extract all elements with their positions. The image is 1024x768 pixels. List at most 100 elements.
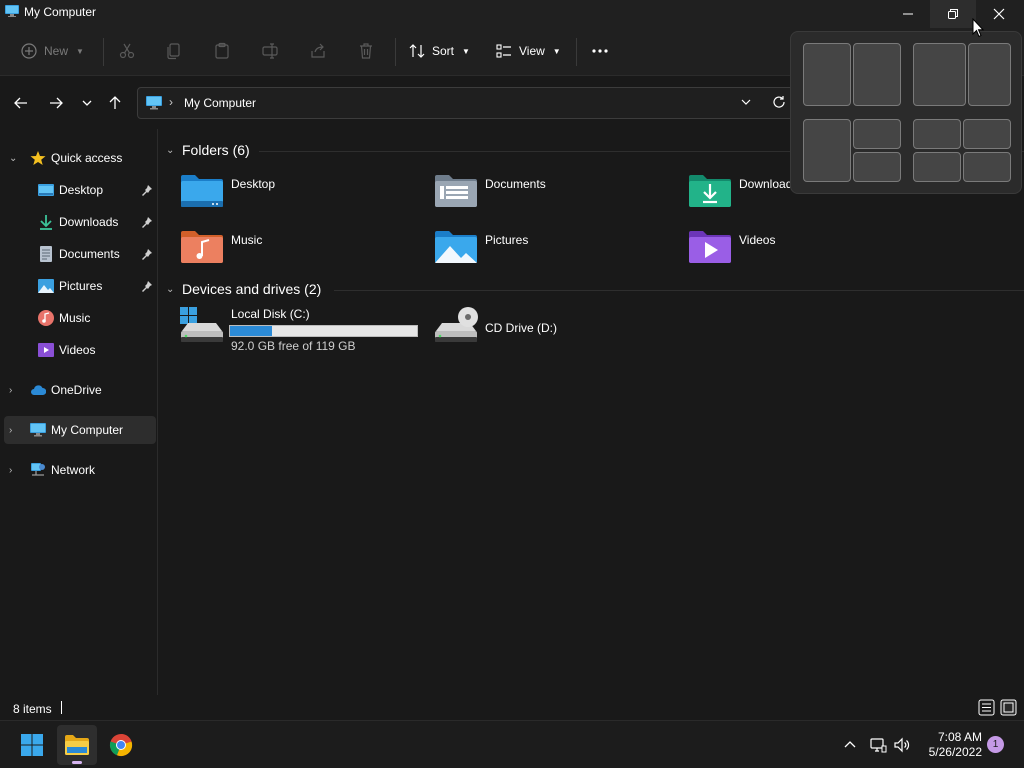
- snap-zone-right-third[interactable]: [968, 43, 1011, 106]
- sidebar-item-music[interactable]: Music: [0, 304, 156, 332]
- chrome-taskbar-button[interactable]: [101, 725, 141, 765]
- forward-button[interactable]: [46, 93, 66, 113]
- folder-tile-pictures[interactable]: Pictures: [434, 227, 684, 277]
- breadcrumb-my-computer[interactable]: My Computer: [184, 96, 256, 110]
- sidebar-item-downloads[interactable]: Downloads: [0, 208, 156, 236]
- file-explorer-icon: [65, 735, 89, 755]
- sidebar-item-label: My Computer: [51, 423, 124, 437]
- sidebar-item-pictures[interactable]: Pictures: [0, 272, 156, 300]
- chevron-down-icon[interactable]: ⌄: [9, 153, 19, 164]
- rename-button[interactable]: [261, 38, 279, 64]
- document-icon: [40, 246, 52, 262]
- snap-zone-bottom-right[interactable]: [853, 152, 901, 182]
- back-button[interactable]: [11, 93, 31, 113]
- sidebar-item-documents[interactable]: Documents: [0, 240, 156, 268]
- drives-group-header[interactable]: ⌄ Devices and drives (2): [166, 277, 321, 301]
- network-icon: [31, 463, 45, 476]
- file-explorer-taskbar-button[interactable]: [57, 725, 97, 765]
- pin-icon: [142, 217, 152, 228]
- cut-button[interactable]: [118, 38, 136, 64]
- arrow-left-icon: [14, 97, 27, 109]
- snap-zone-right-half[interactable]: [853, 43, 901, 106]
- chevron-right-icon[interactable]: ›: [9, 385, 19, 396]
- sidebar-item-quick-access[interactable]: ⌄ Quick access: [0, 144, 156, 172]
- large-icons-view-icon[interactable]: [1000, 699, 1017, 716]
- download-icon: [40, 215, 52, 230]
- snap-zone-top-left-quadrant[interactable]: [913, 119, 961, 149]
- chevron-down-icon[interactable]: ⌄: [166, 284, 176, 295]
- videos-icon: [38, 343, 54, 357]
- folders-group-header[interactable]: ⌄ Folders (6): [166, 138, 250, 162]
- copy-button[interactable]: [165, 38, 183, 64]
- more-options-button[interactable]: [591, 38, 609, 64]
- sidebar-item-label: Videos: [59, 343, 96, 357]
- snap-zone-bottom-left-quadrant[interactable]: [913, 152, 961, 182]
- view-button[interactable]: View ▼: [495, 38, 561, 64]
- drive-tile-d[interactable]: CD Drive (D:): [434, 307, 684, 357]
- videos-folder-icon: [689, 231, 731, 263]
- pictures-icon: [38, 279, 54, 293]
- minimize-button[interactable]: [885, 0, 931, 28]
- sidebar-item-network[interactable]: › Network: [0, 456, 156, 484]
- notification-badge[interactable]: 1: [987, 736, 1004, 753]
- restore-button[interactable]: [930, 0, 976, 28]
- new-button[interactable]: New ▼: [20, 38, 84, 64]
- clock-time: 7:08 AM: [937, 730, 982, 744]
- sidebar-item-label: Pictures: [59, 279, 103, 293]
- chevron-right-icon[interactable]: ›: [9, 465, 19, 476]
- snap-zone-left-half[interactable]: [803, 119, 851, 182]
- sidebar-item-label: OneDrive: [51, 383, 102, 397]
- paste-button[interactable]: [213, 38, 231, 64]
- delete-button[interactable]: [357, 38, 375, 64]
- sort-button[interactable]: Sort ▼: [408, 38, 470, 64]
- chrome-icon: [109, 733, 133, 757]
- snap-zone-left-two-thirds[interactable]: [913, 43, 966, 106]
- snap-zone-top-right[interactable]: [853, 119, 901, 149]
- folder-tile-videos[interactable]: Videos: [688, 227, 938, 277]
- mouse-pointer-icon: [972, 18, 984, 38]
- network-status-icon[interactable]: [869, 736, 887, 754]
- snap-zone-top-right-quadrant[interactable]: [963, 119, 1011, 149]
- view-label: View: [519, 44, 545, 58]
- drive-usage-fill: [230, 326, 273, 336]
- sidebar-item-onedrive[interactable]: › OneDrive: [0, 376, 156, 404]
- snap-zone-bottom-right-quadrant[interactable]: [963, 152, 1011, 182]
- music-folder-icon: [181, 231, 223, 263]
- up-button[interactable]: [105, 93, 125, 113]
- chevron-down-icon[interactable]: ⌄: [166, 145, 176, 156]
- start-button[interactable]: [12, 725, 52, 765]
- sidebar-item-my-computer[interactable]: › My Computer: [4, 416, 156, 444]
- drives-group-title: Devices and drives (2): [182, 281, 322, 297]
- sidebar-item-desktop[interactable]: Desktop: [0, 176, 156, 204]
- folder-tile-documents[interactable]: Documents: [434, 171, 684, 221]
- sidebar-item-videos[interactable]: Videos: [0, 336, 156, 364]
- scissors-icon: [119, 43, 135, 59]
- chevron-down-icon[interactable]: [740, 96, 752, 108]
- star-icon: [30, 151, 46, 165]
- toolbar-divider: [103, 38, 104, 66]
- chevron-up-icon[interactable]: [841, 736, 859, 754]
- volume-icon[interactable]: [893, 736, 911, 754]
- computer-icon: [5, 5, 19, 17]
- minimize-icon: [903, 13, 913, 15]
- folder-tile-desktop[interactable]: Desktop: [180, 171, 430, 221]
- sidebar-item-label: Music: [59, 311, 91, 325]
- details-view-icon[interactable]: [978, 699, 995, 716]
- recent-locations-button[interactable]: [77, 93, 97, 113]
- toolbar-divider: [395, 38, 396, 66]
- chevron-right-icon[interactable]: ›: [9, 425, 19, 436]
- address-bar[interactable]: › My Computer: [137, 87, 797, 119]
- drive-usage-bar: [229, 325, 418, 337]
- chevron-down-icon: [82, 100, 92, 106]
- sort-icon: [409, 44, 425, 58]
- clock[interactable]: 7:08 AM 5/26/2022: [918, 730, 982, 760]
- pictures-folder-icon: [435, 231, 477, 263]
- folder-tile-music[interactable]: Music: [180, 227, 430, 277]
- share-button[interactable]: [309, 38, 327, 64]
- refresh-icon[interactable]: [772, 95, 786, 109]
- breadcrumb-separator-icon: ›: [169, 95, 173, 109]
- pin-icon: [142, 249, 152, 260]
- folder-label: Videos: [739, 233, 776, 247]
- snap-layouts-flyout: [790, 31, 1022, 194]
- snap-zone-left-half[interactable]: [803, 43, 851, 106]
